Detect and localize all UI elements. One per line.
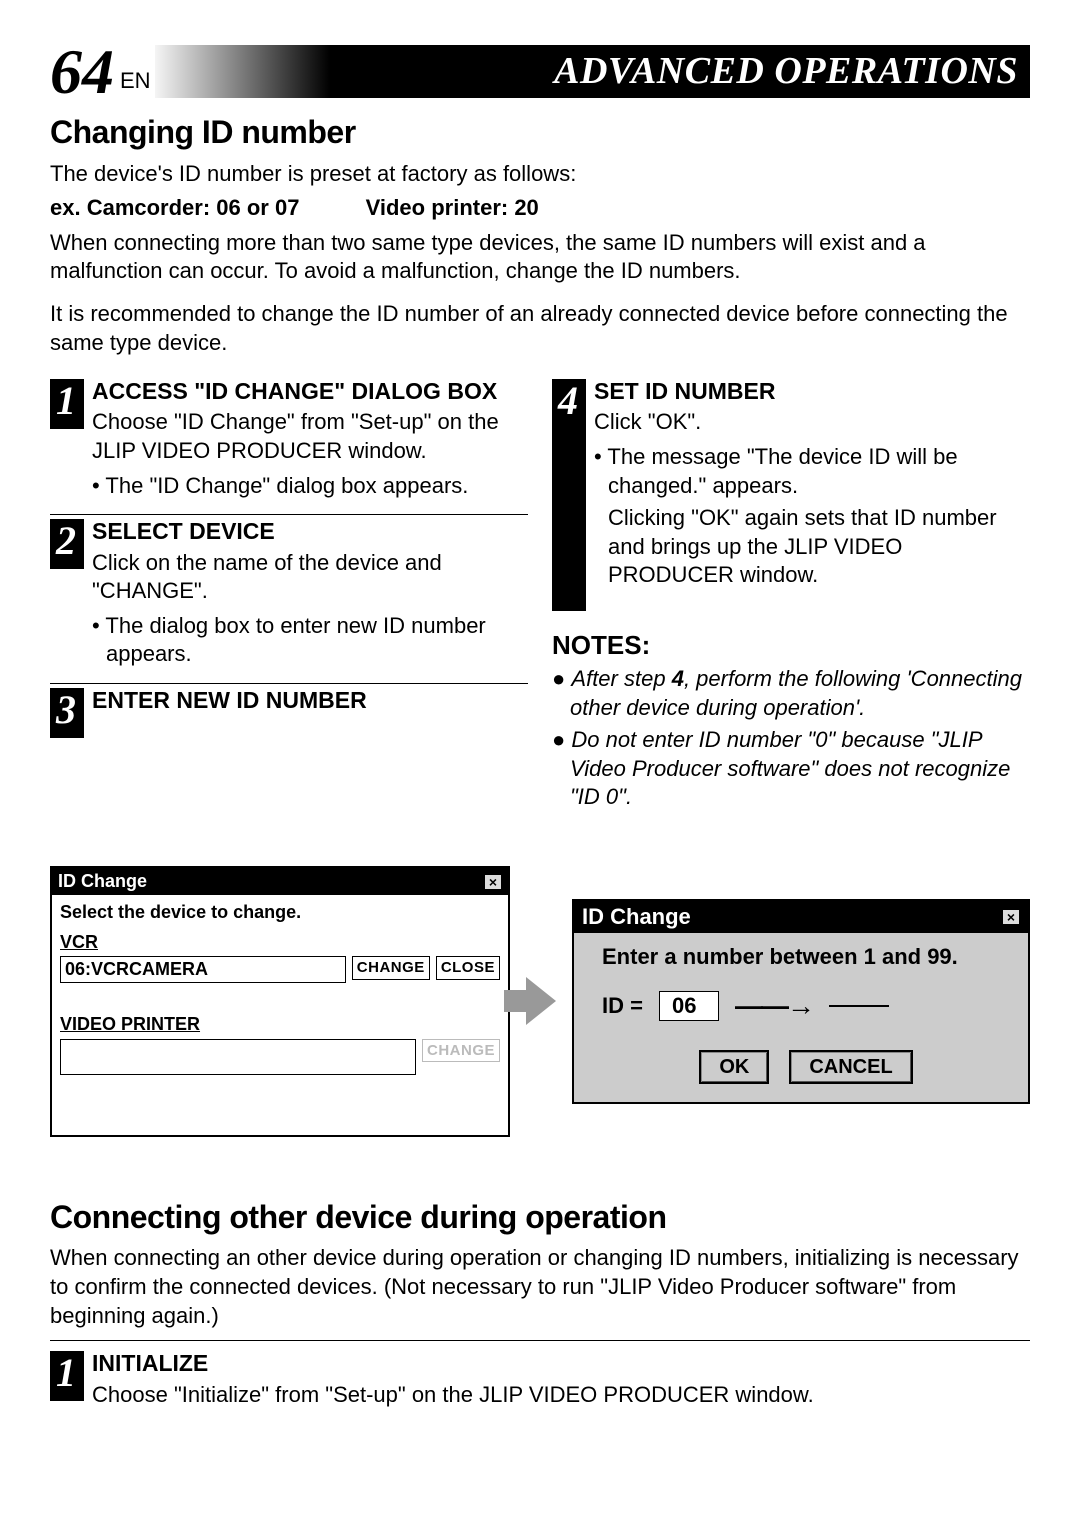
para-recommend: It is recommended to change the ID numbe…	[50, 300, 1030, 357]
step-1: 1 ACCESS "ID CHANGE" DIALOG BOX Choose "…	[50, 375, 528, 514]
step-2-head: SELECT DEVICE	[92, 519, 528, 544]
dialog2-title-text: ID Change	[582, 903, 691, 932]
step-4-after: Clicking "OK" again sets that ID number …	[594, 504, 1030, 590]
step-3-head: ENTER NEW ID NUMBER	[92, 688, 528, 713]
step-2-text: Click on the name of the device and "CHA…	[92, 549, 528, 606]
dialog2-arrow-icon: ——→	[735, 988, 813, 1024]
dialog1-title-text: ID Change	[58, 870, 147, 893]
dialog1-titlebar: ID Change ×	[52, 868, 508, 895]
heading-connecting-other: Connecting other device during operation	[50, 1197, 1030, 1239]
step-init-head: INITIALIZE	[92, 1351, 1030, 1376]
example-video-printer: Video printer: 20	[366, 195, 539, 220]
steps-col-left: 1 ACCESS "ID CHANGE" DIALOG BOX Choose "…	[50, 375, 528, 816]
dialog2-close-icon[interactable]: ×	[1002, 909, 1020, 925]
step-3-number: 3	[50, 688, 84, 738]
step-1-number: 1	[50, 379, 84, 429]
dialog2-cancel-button[interactable]: CANCEL	[789, 1050, 912, 1084]
dialog2-id-target[interactable]	[829, 1005, 889, 1007]
section2-intro: When connecting an other device during o…	[50, 1244, 1030, 1330]
notes-heading: NOTES:	[552, 629, 1030, 663]
dialog2-instruction: Enter a number between 1 and 99.	[602, 943, 1010, 972]
step-init-text: Choose "Initialize" from "Set-up" on the…	[92, 1381, 1030, 1410]
step-1-text: Choose "ID Change" from "Set-up" on the …	[92, 408, 528, 465]
steps-col-right: 4 SET ID NUMBER Click "OK". The message …	[552, 375, 1030, 816]
para-malfunction: When connecting more than two same type …	[50, 229, 1030, 286]
step-1-bullet: The "ID Change" dialog box appears.	[92, 472, 528, 501]
dialog1-close-icon[interactable]: ×	[484, 874, 502, 890]
step-4-bullet: The message "The device ID will be chang…	[594, 443, 1030, 500]
step-4-head: SET ID NUMBER	[594, 379, 1030, 404]
page-lang: EN	[120, 67, 151, 96]
id-change-dialog-2: ID Change × Enter a number between 1 and…	[572, 899, 1030, 1105]
dialog2-id-label: ID =	[602, 992, 643, 1021]
page-number: 64	[50, 40, 114, 104]
step-initialize: 1 INITIALIZE Choose "Initialize" from "S…	[50, 1345, 1030, 1415]
step-4: 4 SET ID NUMBER Click "OK". The message …	[552, 375, 1030, 621]
dialog1-printer-list[interactable]	[60, 1039, 416, 1075]
notes-list: After step 4, perform the following 'Con…	[552, 665, 1030, 812]
example-line: ex. Camcorder: 06 or 07 Video printer: 2…	[50, 194, 1030, 223]
dialog2-ok-button[interactable]: OK	[699, 1050, 769, 1084]
page-header: 64 EN ADVANCED OPERATIONS	[50, 40, 1030, 104]
dialog1-group-vcr: VCR	[60, 931, 500, 954]
step-2: 2 SELECT DEVICE Click on the name of the…	[50, 514, 528, 683]
dialog-illustration: ID Change × Select the device to change.…	[50, 866, 1030, 1137]
note-2: Do not enter ID number "0" because "JLIP…	[552, 726, 1030, 812]
id-change-dialog-1: ID Change × Select the device to change.…	[50, 866, 510, 1137]
step-1-head: ACCESS "ID CHANGE" DIALOG BOX	[92, 379, 528, 404]
dialog1-group-printer: VIDEO PRINTER	[60, 1013, 500, 1036]
dialog1-instruction: Select the device to change.	[60, 901, 500, 924]
step-2-bullet: The dialog box to enter new ID number ap…	[92, 612, 528, 669]
divider	[50, 1340, 1030, 1341]
arrow-icon	[526, 977, 556, 1025]
step-3: 3 ENTER NEW ID NUMBER	[50, 683, 528, 748]
step-4-number: 4	[552, 379, 586, 611]
dialog1-close-button[interactable]: CLOSE	[436, 956, 500, 980]
intro-text: The device's ID number is preset at fact…	[50, 160, 1030, 189]
step-2-number: 2	[50, 519, 84, 569]
dialog1-vcr-list[interactable]: 06:VCRCAMERA	[60, 956, 346, 983]
dialog1-change-button-1[interactable]: CHANGE	[352, 956, 430, 980]
step-init-number: 1	[50, 1351, 84, 1401]
dialog2-id-input[interactable]: 06	[659, 991, 719, 1022]
heading-changing-id: Changing ID number	[50, 112, 1030, 154]
steps-columns: 1 ACCESS "ID CHANGE" DIALOG BOX Choose "…	[50, 375, 1030, 816]
dialog1-change-button-2: CHANGE	[422, 1039, 500, 1063]
step-4-text: Click "OK".	[594, 408, 1030, 437]
dialog2-titlebar: ID Change ×	[574, 901, 1028, 934]
example-camcorder: ex. Camcorder: 06 or 07	[50, 194, 299, 223]
note-1: After step 4, perform the following 'Con…	[552, 665, 1030, 722]
dialog1-vcr-item[interactable]: 06:VCRCAMERA	[61, 957, 345, 982]
section-title: ADVANCED OPERATIONS	[155, 45, 1030, 98]
